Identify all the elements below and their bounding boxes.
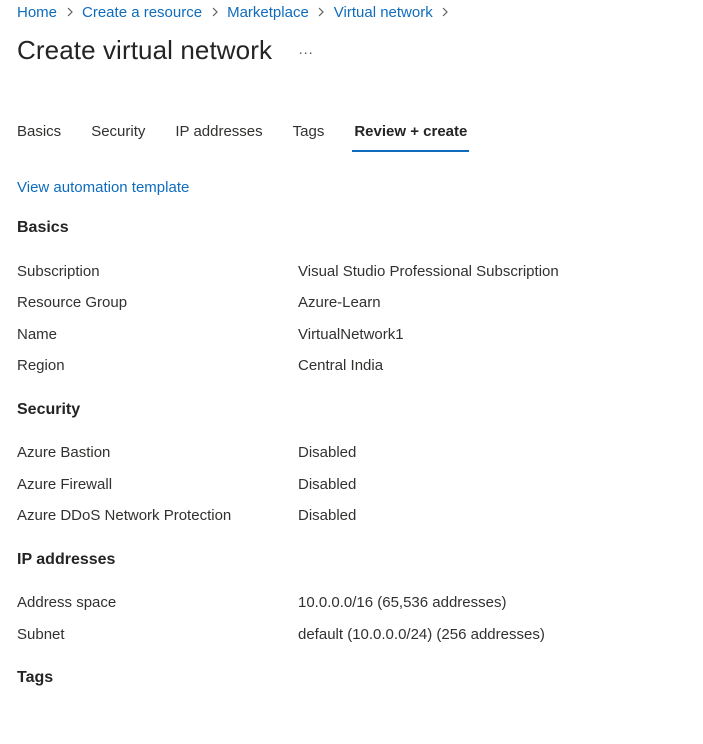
breadcrumb-virtual-network[interactable]: Virtual network <box>334 4 433 21</box>
breadcrumb-marketplace[interactable]: Marketplace <box>227 4 309 21</box>
row-label-azure-firewall: Azure Firewall <box>17 476 113 493</box>
tab-ip-addresses[interactable]: IP addresses <box>175 118 262 152</box>
more-actions-button[interactable]: ··· <box>298 41 313 60</box>
tab-review-create[interactable]: Review + create <box>352 118 470 152</box>
tab-tags[interactable]: Tags <box>293 118 325 152</box>
tab-security[interactable]: Security <box>91 118 145 152</box>
section-heading-security: Security <box>17 401 81 418</box>
wizard-tabs: Basics Security IP addresses Tags Review… <box>17 118 497 153</box>
tab-basics[interactable]: Basics <box>17 118 61 152</box>
breadcrumb: Home Create a resource Marketplace Virtu… <box>17 2 458 22</box>
row-value-region: Central India <box>298 357 384 374</box>
row-value-subscription: Visual Studio Professional Subscription <box>298 263 559 280</box>
row-label-azure-bastion: Azure Bastion <box>17 444 111 461</box>
row-value-address-space: 10.0.0.0/16 (65,536 addresses) <box>298 594 507 611</box>
row-label-address-space: Address space <box>17 594 117 611</box>
row-value-name: VirtualNetwork1 <box>298 326 404 343</box>
row-label-resource-group: Resource Group <box>17 294 128 311</box>
row-value-subnet: default (10.0.0.0/24) (256 addresses) <box>298 626 545 643</box>
row-label-subnet: Subnet <box>17 626 65 643</box>
chevron-right-icon <box>57 2 82 22</box>
row-value-azure-ddos-protection: Disabled <box>298 507 357 524</box>
breadcrumb-home[interactable]: Home <box>17 4 57 21</box>
row-label-region: Region <box>17 357 65 374</box>
section-heading-tags: Tags <box>17 669 54 686</box>
title-row: Create virtual network ··· <box>17 30 313 70</box>
chevron-right-icon <box>309 2 334 22</box>
row-value-resource-group: Azure-Learn <box>298 294 381 311</box>
row-value-azure-firewall: Disabled <box>298 476 357 493</box>
row-label-azure-ddos-protection: Azure DDoS Network Protection <box>17 507 232 524</box>
chevron-right-icon <box>433 2 458 22</box>
section-heading-ip-addresses: IP addresses <box>17 551 116 568</box>
row-label-subscription: Subscription <box>17 263 100 280</box>
view-automation-template-link[interactable]: View automation template <box>17 179 189 196</box>
page-title: Create virtual network <box>17 34 273 65</box>
row-value-azure-bastion: Disabled <box>298 444 357 461</box>
section-heading-basics: Basics <box>17 219 69 236</box>
breadcrumb-create-a-resource[interactable]: Create a resource <box>82 4 202 21</box>
chevron-right-icon <box>202 2 227 22</box>
row-label-name: Name <box>17 326 58 343</box>
